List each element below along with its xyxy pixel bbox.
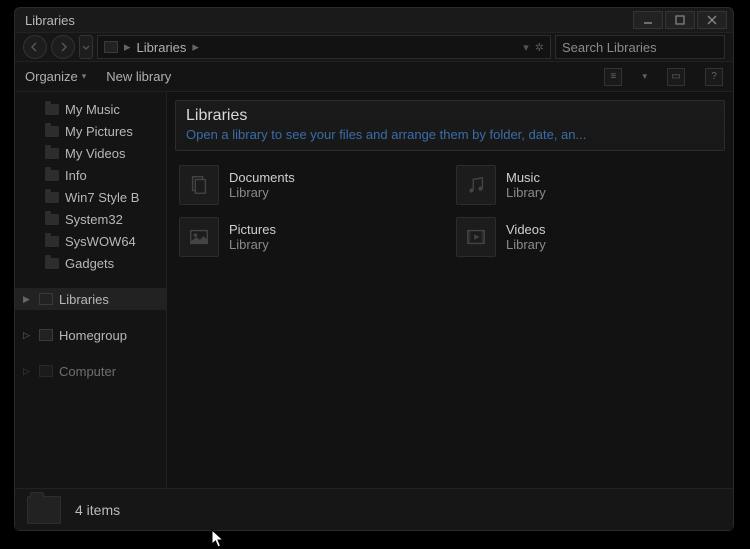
cursor-icon [211,529,227,549]
search-placeholder: Search Libraries [562,40,657,55]
search-input[interactable]: Search Libraries [555,35,725,59]
window-title: Libraries [25,13,633,28]
refresh-icon[interactable]: ✲ [535,41,544,54]
documents-icon [179,165,219,205]
folder-icon [45,104,59,115]
status-text: 4 items [75,502,120,518]
tree-item[interactable]: System32 [15,208,166,230]
help-button[interactable]: ? [705,68,723,86]
forward-button[interactable] [51,35,75,59]
library-item-pictures[interactable]: PicturesLibrary [179,215,444,259]
folder-icon [45,148,59,159]
expander-icon[interactable]: ▷ [23,330,33,341]
folder-icon [45,126,59,137]
homegroup-icon [39,329,53,341]
music-icon [456,165,496,205]
content-heading: Libraries [186,107,714,125]
folder-icon [45,214,59,225]
window-controls [633,11,727,29]
tree-group-libraries[interactable]: ▶ Libraries [15,288,166,310]
tree-item[interactable]: Win7 Style B [15,186,166,208]
tree-group-homegroup[interactable]: ▷ Homegroup [15,324,166,346]
chevron-down-icon: ▾ [82,71,87,82]
pictures-icon [179,217,219,257]
address-dropdown-icon[interactable]: ▾ [523,41,529,54]
status-bar: 4 items [15,488,733,530]
new-library-button[interactable]: New library [106,69,171,84]
library-grid: DocumentsLibrary MusicLibrary PicturesLi… [175,151,725,271]
back-button[interactable] [23,35,47,59]
view-options-button[interactable]: ≡ [604,68,622,86]
expander-icon[interactable]: ▷ [23,366,33,377]
maximize-button[interactable] [665,11,695,29]
organize-button[interactable]: Organize ▾ [25,69,86,84]
tree-item[interactable]: My Pictures [15,120,166,142]
folder-icon [45,170,59,181]
toolbar: Organize ▾ New library ≡ ▾ ▭ ? [15,62,733,92]
tree-item[interactable]: My Videos [15,142,166,164]
navigation-pane: My Music My Pictures My Videos Info Win7… [15,92,167,488]
expander-icon[interactable]: ▶ [23,294,33,305]
library-item-documents[interactable]: DocumentsLibrary [179,163,444,207]
library-item-videos[interactable]: VideosLibrary [456,215,721,259]
videos-icon [456,217,496,257]
content-header: Libraries Open a library to see your fil… [175,100,725,151]
breadcrumb-root[interactable]: Libraries [137,40,187,55]
close-button[interactable] [697,11,727,29]
content-pane: Libraries Open a library to see your fil… [167,92,733,488]
minimize-button[interactable] [633,11,663,29]
folder-icon [45,258,59,269]
tree-item[interactable]: Info [15,164,166,186]
tree-item[interactable]: SysWOW64 [15,230,166,252]
computer-icon [39,365,53,377]
content-subheading: Open a library to see your files and arr… [186,127,714,142]
folder-icon [45,236,59,247]
explorer-window: Libraries ▸ Libraries ▸ [14,7,734,531]
body: My Music My Pictures My Videos Info Win7… [15,92,733,488]
chevron-down-icon[interactable]: ▾ [642,71,647,82]
folder-icon [27,496,61,524]
history-dropdown-button[interactable] [79,35,93,59]
tree-item[interactable]: Gadgets [15,252,166,274]
folder-icon [45,192,59,203]
tree-item[interactable]: My Music [15,98,166,120]
libraries-icon [39,293,53,305]
title-bar: Libraries [15,8,733,32]
tree-group-computer[interactable]: ▷ Computer [15,360,166,382]
address-bar[interactable]: ▸ Libraries ▸ ▾ ✲ [97,35,551,59]
library-item-music[interactable]: MusicLibrary [456,163,721,207]
nav-bar: ▸ Libraries ▸ ▾ ✲ Search Libraries [15,32,733,62]
preview-pane-button[interactable]: ▭ [667,68,685,86]
libraries-icon [104,41,118,53]
